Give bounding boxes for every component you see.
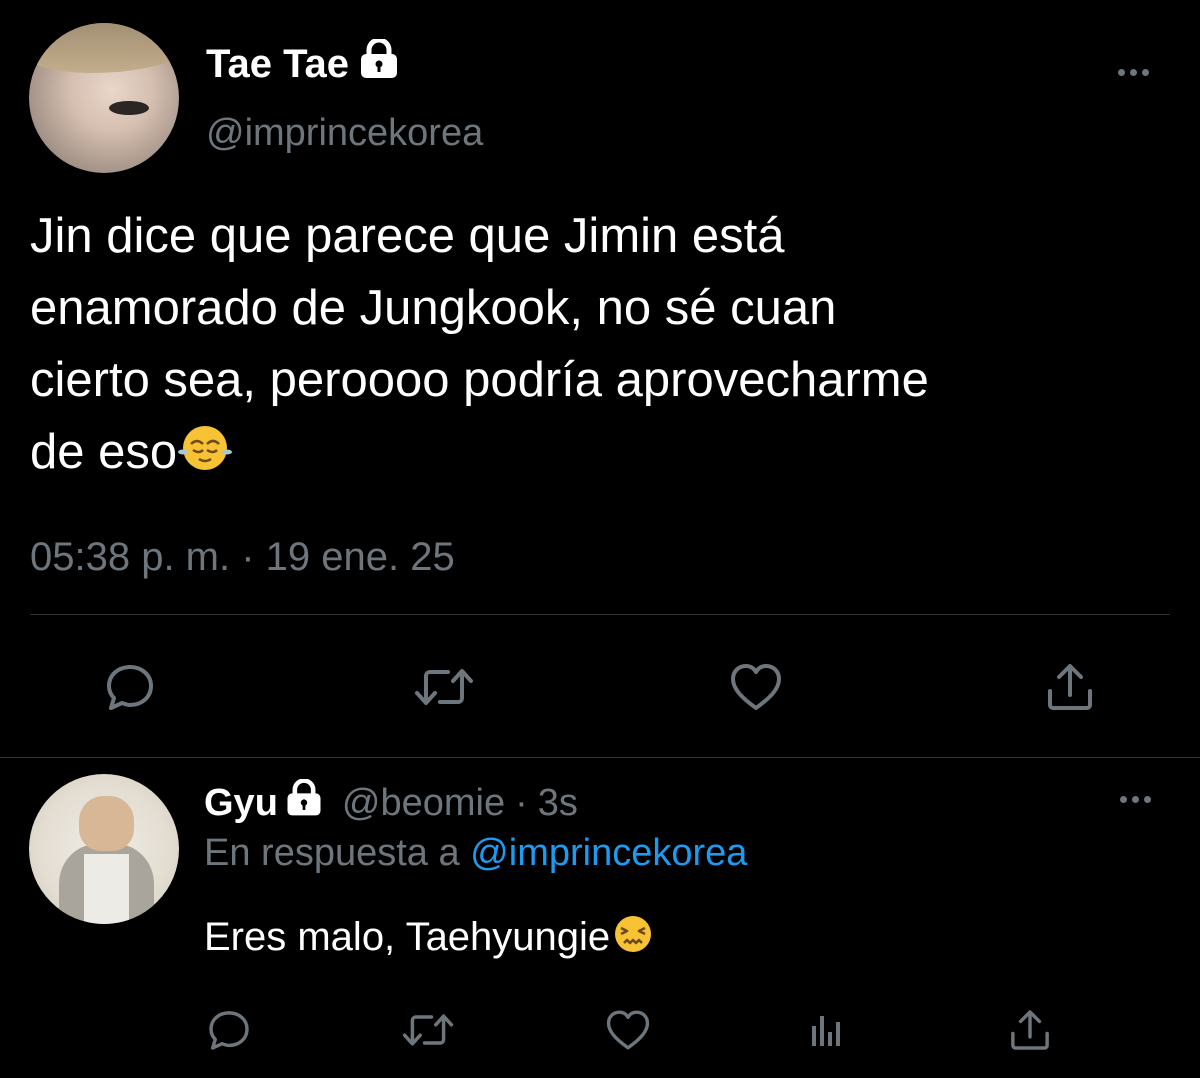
display-name-text: Tae Tae <box>206 41 350 86</box>
more-options-icon[interactable] <box>1120 796 1151 803</box>
share-icon[interactable] <box>1040 657 1100 717</box>
avatar[interactable] <box>29 774 179 924</box>
tweet-text-segment: de eso <box>30 425 178 479</box>
separator-dot: · <box>515 781 528 824</box>
analytics-icon[interactable] <box>800 1004 852 1056</box>
retweet-icon[interactable] <box>414 657 474 717</box>
like-icon[interactable] <box>726 657 786 717</box>
confounded-face-emoji <box>610 912 656 964</box>
reply-icon[interactable] <box>203 1004 255 1056</box>
tweet-text: Jin dice que parece que Jimin está enamo… <box>30 200 1170 492</box>
reply-mention-link[interactable]: @imprincekorea <box>470 832 747 874</box>
lock-icon <box>355 37 403 89</box>
avatar[interactable] <box>29 23 179 173</box>
tweet-text-line: cierto sea, peroooo podría aprovecharme <box>30 353 929 407</box>
reply-to-line: En respuesta a @imprincekorea <box>204 832 747 875</box>
main-tweet: Tae Tae @imprincekorea Jin dice que pare… <box>0 0 1200 757</box>
display-name[interactable]: Tae Tae <box>206 37 403 89</box>
user-handle[interactable]: @imprincekorea <box>206 112 483 155</box>
tweet-text-line: Jin dice que parece que Jimin está <box>30 209 785 263</box>
section-divider <box>0 757 1200 758</box>
reply-header: Gyu @beomie · 3s <box>204 778 578 828</box>
like-icon[interactable] <box>602 1004 654 1056</box>
lock-icon <box>282 778 326 827</box>
user-handle[interactable]: @beomie <box>342 782 505 825</box>
tweet-text-line: de eso <box>30 416 1170 492</box>
tweet-timestamp[interactable]: 05:38 p. m. · 19 ene. 25 <box>30 535 455 580</box>
retweet-icon[interactable] <box>402 1004 454 1056</box>
relieved-face-emoji <box>177 420 233 492</box>
tweet-text-line: enamorado de Jungkook, no sé cuan <box>30 281 837 335</box>
reply-icon[interactable] <box>100 657 160 717</box>
more-options-icon[interactable] <box>1118 69 1149 76</box>
tweet-time[interactable]: 3s <box>538 782 578 825</box>
reply-to-prefix: En respuesta a <box>204 832 460 874</box>
divider <box>30 614 1170 615</box>
tweet-text-segment: Eres malo, Taehyungie <box>204 915 611 959</box>
display-name[interactable]: Gyu <box>204 782 278 825</box>
tweet-text: Eres malo, Taehyungie <box>204 912 656 964</box>
share-icon[interactable] <box>1004 1004 1056 1056</box>
